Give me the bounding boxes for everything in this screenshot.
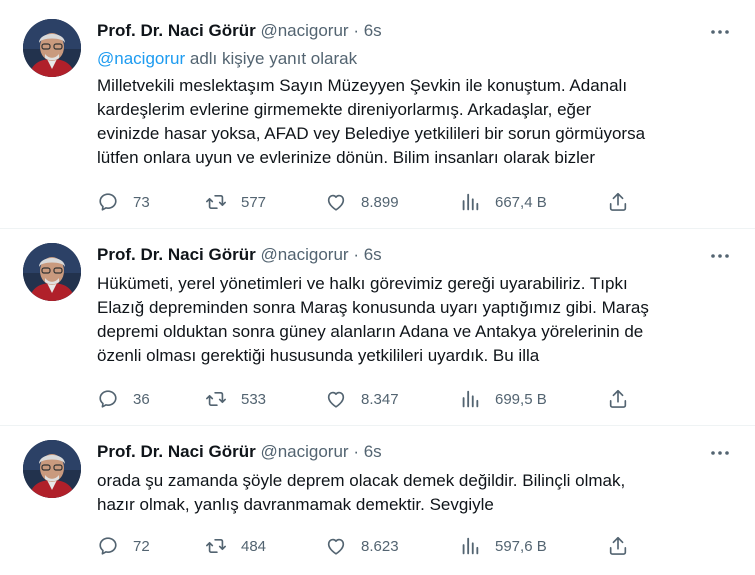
share-icon	[609, 192, 627, 211]
tweet-header: Prof. Dr. Naci Görür @nacigorur · 6s	[97, 441, 382, 463]
reply-icon	[99, 390, 117, 408]
views-chart-icon	[462, 537, 479, 555]
retweet-icon	[206, 391, 226, 407]
share-button[interactable]	[607, 387, 629, 411]
timestamp[interactable]: 6s	[364, 245, 382, 264]
views-button[interactable]: 597,6 B	[459, 534, 547, 558]
like-button[interactable]: 8.899	[325, 190, 399, 214]
views-button[interactable]: 699,5 B	[459, 387, 547, 411]
tweet-text: Milletvekili meslektaşım Sayın Müzeyyen …	[97, 74, 737, 170]
replying-mention-link[interactable]: @nacigorur	[97, 49, 185, 68]
tweet-header: Prof. Dr. Naci Görür @nacigorur · 6s	[97, 20, 382, 42]
tweet[interactable]: Prof. Dr. Naci Görür @nacigorur · 6s @na…	[0, 0, 755, 228]
tweet-text: orada şu zamanda şöyle deprem olacak dem…	[97, 469, 737, 517]
timestamp[interactable]: 6s	[364, 442, 382, 461]
tweet[interactable]: Prof. Dr. Naci Görür @nacigorur · 6s Hük…	[0, 229, 755, 425]
tweet-actions: 36 533 8.347 699,5 B	[97, 387, 637, 411]
more-dots-icon[interactable]	[709, 21, 731, 43]
views-count: 667,4 B	[495, 193, 547, 211]
author-name[interactable]: Prof. Dr. Naci Görür	[97, 21, 256, 40]
views-chart-icon	[462, 193, 479, 211]
author-name[interactable]: Prof. Dr. Naci Görür	[97, 245, 256, 264]
retweet-count: 577	[241, 193, 267, 211]
heart-icon	[327, 391, 345, 408]
tweet-text-line: Milletvekili meslektaşım Sayın Müzeyyen …	[97, 76, 628, 95]
avatar[interactable]	[23, 440, 81, 498]
more-dots-icon[interactable]	[709, 442, 731, 464]
reply-icon	[99, 537, 117, 555]
retweet-icon	[206, 194, 226, 210]
tweet-text: Hükümeti, yerel yönetimleri ve halkı gör…	[97, 272, 737, 368]
share-icon	[609, 536, 627, 555]
reply-icon	[99, 193, 117, 211]
tweet-text-line: Elazığ depreminden sonra Maraş konusunda…	[97, 298, 649, 317]
tweet-actions: 72 484 8.623 597,6 B	[97, 534, 637, 558]
retweet-button[interactable]: 533	[205, 387, 266, 411]
like-count: 8.623	[361, 537, 399, 555]
replying-to: @nacigorur adlı kişiye yanıt olarak	[97, 48, 357, 70]
tweet-actions: 73 577 8.899 667,4 B	[97, 190, 637, 214]
reply-button[interactable]: 73	[97, 190, 150, 214]
views-count: 597,6 B	[495, 537, 547, 555]
retweet-count: 533	[241, 390, 267, 408]
reply-count: 73	[133, 193, 150, 211]
separator-dot: ·	[353, 442, 359, 461]
reply-count: 72	[133, 537, 150, 555]
views-count: 699,5 B	[495, 390, 547, 408]
tweet-text-line: evinizde hasar yoksa, AFAD vey Belediye …	[97, 124, 646, 143]
retweet-button[interactable]: 577	[205, 190, 266, 214]
tweet[interactable]: Prof. Dr. Naci Görür @nacigorur · 6s ora…	[0, 426, 755, 575]
retweet-button[interactable]: 484	[205, 534, 266, 558]
reply-button[interactable]: 36	[97, 387, 150, 411]
timestamp[interactable]: 6s	[364, 21, 382, 40]
author-handle[interactable]: @nacigorur	[260, 442, 348, 461]
share-button[interactable]	[607, 190, 629, 214]
avatar[interactable]	[23, 243, 81, 301]
like-button[interactable]: 8.623	[325, 534, 399, 558]
more-dots-icon[interactable]	[709, 245, 731, 267]
retweet-icon	[206, 538, 226, 554]
author-name[interactable]: Prof. Dr. Naci Görür	[97, 442, 256, 461]
like-count: 8.899	[361, 193, 399, 211]
tweet-text-line: hazır olmak, yanlış davranmamak demektir…	[97, 495, 494, 514]
heart-icon	[327, 538, 345, 555]
like-count: 8.347	[361, 390, 399, 408]
author-handle[interactable]: @nacigorur	[260, 21, 348, 40]
heart-icon	[327, 194, 345, 211]
tweet-text-line: kardeşlerim evlerine girmemekte direniyo…	[97, 100, 592, 119]
avatar[interactable]	[23, 19, 81, 77]
replying-label: adlı kişiye yanıt olarak	[185, 49, 358, 68]
reply-button[interactable]: 72	[97, 534, 150, 558]
separator-dot: ·	[353, 245, 359, 264]
reply-count: 36	[133, 390, 150, 408]
tweet-text-line: lütfen onlara uyun ve evlerinize dönün. …	[97, 148, 595, 167]
share-icon	[609, 389, 627, 408]
views-chart-icon	[462, 390, 479, 408]
tweet-text-line: Hükümeti, yerel yönetimleri ve halkı gör…	[97, 274, 628, 293]
like-button[interactable]: 8.347	[325, 387, 399, 411]
tweet-text-line: depremi olduktan sonra güney alanların A…	[97, 322, 644, 341]
separator-dot: ·	[353, 21, 359, 40]
tweet-text-line: orada şu zamanda şöyle deprem olacak dem…	[97, 471, 626, 490]
tweet-text-line: özenli olması gerektiği hususunda yetkil…	[97, 346, 540, 365]
author-handle[interactable]: @nacigorur	[260, 245, 348, 264]
retweet-count: 484	[241, 537, 267, 555]
share-button[interactable]	[607, 534, 629, 558]
views-button[interactable]: 667,4 B	[459, 190, 547, 214]
tweet-header: Prof. Dr. Naci Görür @nacigorur · 6s	[97, 244, 382, 266]
